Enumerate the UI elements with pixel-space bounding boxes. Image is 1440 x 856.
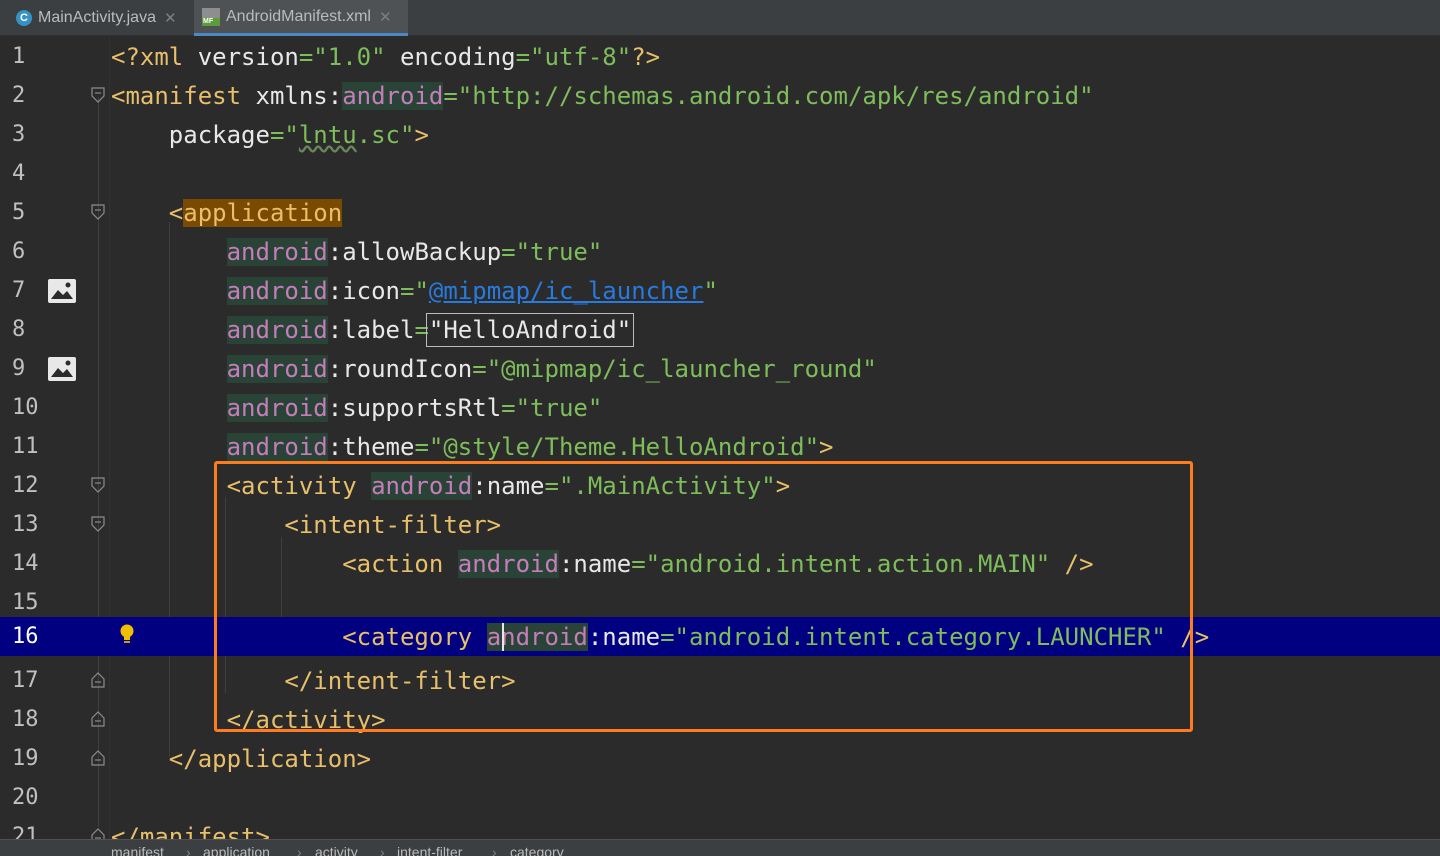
- line-number: 11: [12, 434, 39, 459]
- fold-close-icon[interactable]: [91, 828, 105, 839]
- tab-label: MainActivity.java: [38, 9, 156, 26]
- line-number: 19: [12, 746, 39, 771]
- breadcrumb-item[interactable]: intent-filter: [397, 844, 462, 856]
- line-number: 2: [12, 83, 26, 108]
- breadcrumb-item[interactable]: application: [203, 844, 270, 856]
- breadcrumb-item[interactable]: activity: [315, 844, 358, 856]
- tab-android-manifest[interactable]: MF AndroidManifest.xml ✕: [194, 0, 408, 36]
- line-number: 3: [12, 122, 26, 147]
- fold-open-icon[interactable]: [91, 204, 105, 220]
- tab-main-activity[interactable]: C MainActivity.java ✕: [16, 0, 186, 36]
- code-text: android:theme="@style/Theme.HelloAndroid…: [226, 433, 834, 461]
- line-number: 5: [12, 200, 26, 225]
- fold-open-icon[interactable]: [91, 87, 105, 103]
- code-line: 9 android:roundIcon="@mipmap/ic_launcher…: [0, 349, 1440, 388]
- code-text: android:icon="@mipmap/ic_launcher": [226, 277, 718, 305]
- code-line: 19 </application>: [0, 739, 1440, 778]
- editor-tab-bar: C MainActivity.java ✕ MF AndroidManifest…: [0, 0, 1440, 36]
- line-number: 1: [12, 44, 26, 69]
- tab-label: AndroidManifest.xml: [226, 7, 371, 25]
- manifest-file-icon: MF: [202, 7, 220, 26]
- code-line: 6 android:allowBackup="true": [0, 232, 1440, 271]
- code-text: <manifest xmlns:android="http://schemas.…: [111, 82, 1094, 110]
- code-line: 10 android:supportsRtl="true": [0, 388, 1440, 427]
- line-number: 9: [12, 356, 26, 381]
- breadcrumb-item[interactable]: category: [510, 844, 564, 856]
- java-class-icon: C: [16, 10, 32, 26]
- fold-open-icon[interactable]: [91, 516, 105, 532]
- code-line: 20: [0, 778, 1440, 817]
- line-number: 8: [12, 317, 26, 342]
- code-line: 5 <application: [0, 193, 1440, 232]
- code-line: 7 android:icon="@mipmap/ic_launcher": [0, 271, 1440, 310]
- fold-close-icon[interactable]: [91, 672, 105, 688]
- breadcrumb-item[interactable]: manifest: [111, 844, 164, 856]
- line-number: 6: [12, 239, 26, 264]
- code-line: 2 <manifest xmlns:android="http://schema…: [0, 76, 1440, 115]
- line-number: 10: [12, 395, 39, 420]
- code-text: android:supportsRtl="true": [226, 394, 603, 422]
- line-number: 21: [12, 824, 39, 840]
- line-number: 14: [12, 551, 39, 576]
- code-editor[interactable]: 1 <?xml version="1.0" encoding="utf-8"?>…: [0, 37, 1440, 839]
- code-text: </application>: [111, 745, 372, 773]
- line-number: 16: [12, 624, 39, 649]
- breadcrumb-separator: ›: [380, 844, 385, 856]
- line-number: 12: [12, 473, 39, 498]
- code-text: android:allowBackup="true": [226, 238, 603, 266]
- close-icon[interactable]: ✕: [379, 8, 392, 26]
- code-line: 21 </manifest>: [0, 817, 1440, 839]
- fold-close-icon[interactable]: [91, 750, 105, 766]
- fold-close-icon[interactable]: [91, 711, 105, 727]
- line-number: 17: [12, 668, 39, 693]
- code-text: <application: [111, 199, 343, 227]
- code-text: android:label="HelloAndroid": [226, 313, 635, 347]
- line-number: 13: [12, 512, 39, 537]
- breadcrumb-separator: ›: [492, 844, 497, 856]
- code-text: package="lntu.sc">: [111, 121, 429, 149]
- code-text: </manifest>: [111, 823, 270, 839]
- line-number: 20: [12, 785, 39, 810]
- breadcrumb-separator: ›: [297, 844, 302, 856]
- image-preview-icon[interactable]: [48, 279, 76, 303]
- code-text: <?xml version="1.0" encoding="utf-8"?>: [111, 43, 661, 71]
- fold-open-icon[interactable]: [91, 477, 105, 493]
- line-number: 15: [12, 590, 39, 615]
- code-line: 1 <?xml version="1.0" encoding="utf-8"?>: [0, 37, 1440, 76]
- breadcrumb-separator: ›: [186, 844, 191, 856]
- code-line: 4: [0, 154, 1440, 193]
- breadcrumb: manifest › application › activity › inte…: [0, 839, 1440, 856]
- image-preview-icon[interactable]: [48, 357, 76, 381]
- code-text: android:roundIcon="@mipmap/ic_launcher_r…: [226, 355, 877, 383]
- close-icon[interactable]: ✕: [164, 9, 177, 27]
- line-number: 7: [12, 278, 26, 303]
- code-line: 3 package="lntu.sc">: [0, 115, 1440, 154]
- line-number: 18: [12, 707, 39, 732]
- highlight-annotation-box: [214, 461, 1193, 732]
- line-number: 4: [12, 161, 26, 186]
- code-line: 8 android:label="HelloAndroid": [0, 310, 1440, 349]
